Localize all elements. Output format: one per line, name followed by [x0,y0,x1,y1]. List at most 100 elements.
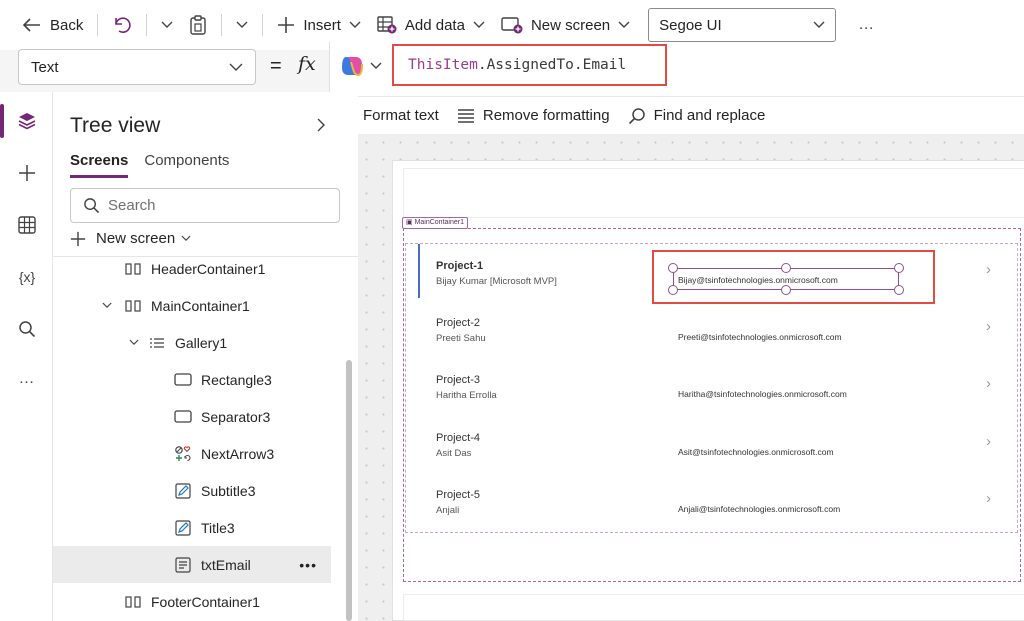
insert-nav-button[interactable] [14,160,40,186]
row-title: Project-3 [436,374,481,386]
chevron-down-icon [813,21,825,28]
tree-node-gallery1[interactable]: Gallery1 [53,324,343,361]
copilot-icon [342,57,363,77]
plus-icon [70,231,86,246]
tree-node-rectangle3[interactable]: Rectangle3 [53,361,343,398]
undo-button[interactable] [104,8,140,42]
find-replace-button[interactable]: Find and replace [628,107,766,125]
formula-keyword: ThisItem [408,57,478,73]
tree-view-nav-button[interactable] [14,108,40,134]
tree-node-title3[interactable]: Title3 [53,509,343,546]
row-title: Project-1 [436,260,484,272]
formula-input[interactable]: ThisItem .AssignedTo.Email [392,44,667,86]
database-add-icon [377,16,397,34]
formula-format-bar: Format text Remove formatting Find and r… [329,96,1024,134]
tree-node-nextarrow3[interactable]: NextArrow3 [53,435,343,472]
scrollbar-thumb[interactable] [346,360,352,621]
tree-node-maincontainer1[interactable]: MainContainer1 [53,287,343,324]
tree-node-label: txtEmail [201,556,251,573]
chevron-down-icon [229,63,243,71]
back-button[interactable]: Back [14,8,91,42]
icons-icon [173,445,193,463]
row-email: Preeti@tsinfotechnologies.onmicrosoft.co… [678,332,842,342]
header-container[interactable] [403,168,1024,218]
insert-button[interactable]: Insert [269,8,369,42]
format-text-label: Format text [363,107,439,124]
next-arrow-icon[interactable]: › [986,490,991,507]
tree-node-separator3[interactable]: Separator3 [53,398,343,435]
search-icon [84,198,100,214]
rectangle-icon [173,373,193,386]
font-select[interactable]: Segoe UI [648,8,837,42]
copilot-button[interactable] [340,55,382,77]
more-nav-button[interactable]: … [14,366,40,392]
find-replace-label: Find and replace [653,107,766,124]
remove-formatting-label: Remove formatting [482,107,610,124]
remove-formatting-button[interactable]: Remove formatting [457,107,610,124]
separator [221,14,223,36]
tree-search-input[interactable]: Search [70,188,340,223]
variables-nav-button[interactable]: {x} [14,264,40,290]
highlight-annotation [652,250,935,304]
text-label-icon [173,556,193,573]
chevron-down-icon [236,21,248,28]
separator [146,14,148,36]
tree-node-label: Separator3 [201,408,271,425]
tree-node-footercontainer1[interactable]: FooterContainer1 [53,583,343,620]
fx-icon[interactable]: fx [298,53,316,75]
row-title: Project-2 [436,317,481,329]
data-nav-button[interactable] [14,212,40,238]
footer-container[interactable] [403,594,1024,621]
tree-node-label: NextArrow3 [201,445,275,462]
new-screen-tree-button[interactable]: New screen [70,230,191,247]
next-arrow-icon[interactable]: › [986,433,991,450]
gallery-row[interactable]: Project-5 Anjali Anjali@tsinfotechnologi… [418,473,1018,530]
paste-dropdown[interactable] [228,8,256,42]
undo-dropdown[interactable] [153,8,181,42]
tree-view-title: Tree view [70,114,161,137]
chevron-right-icon [317,118,325,132]
tree-node-label: HeaderContainer1 [151,260,266,277]
label-edit-icon [173,482,193,499]
row-subtitle: Bijay Kumar [Microsoft MVP] [436,276,557,287]
tree-node-label: MainContainer1 [151,297,250,314]
chevron-down-icon[interactable] [127,337,141,349]
separator [262,14,264,36]
new-screen-icon [501,17,523,34]
row-email: Asit@tsinfotechnologies.onmicrosoft.com [678,447,834,457]
more-options-button[interactable]: … [858,16,875,34]
tree-scrollbar[interactable] [346,360,352,621]
tree-node-label: Gallery1 [175,334,228,351]
next-arrow-icon[interactable]: › [986,375,991,392]
chevron-down-icon [370,62,382,69]
tree-tabs: Screens Components [70,152,245,178]
gallery-row[interactable]: Project-4 Asit Das Asit@tsinfotechnologi… [418,416,1018,473]
add-data-button[interactable]: Add data [369,8,493,42]
chevron-down-icon [349,21,361,28]
row-subtitle: Asit Das [436,448,472,459]
next-arrow-icon[interactable]: › [986,261,991,278]
new-screen-button[interactable]: New screen [493,8,638,42]
layers-icon [18,113,36,130]
chevron-down-icon[interactable] [100,300,114,312]
font-value: Segoe UI [659,16,722,34]
chevron-down-icon [161,21,173,28]
search-nav-button[interactable] [14,316,40,342]
property-select[interactable]: Text [18,49,256,85]
gallery-row[interactable]: Project-2 Preeti Sahu Preeti@tsinfotechn… [418,301,1018,358]
next-arrow-icon[interactable]: › [986,318,991,335]
tree-node-label: Subtitle3 [201,482,256,499]
node-more-button[interactable]: ••• [299,557,317,573]
gallery-row[interactable]: Project-3 Haritha Errolla Haritha@tsinfo… [418,358,1018,415]
container-icon [123,299,143,312]
tree-node-txtemail[interactable]: txtEmail ••• [53,546,331,583]
tree-node-headercontainer1[interactable]: HeaderContainer1 [53,250,343,287]
tab-screens[interactable]: Screens [70,152,129,178]
undo-icon [115,17,132,33]
collapse-panel-button[interactable] [317,118,325,137]
tree-node-subtitle3[interactable]: Subtitle3 [53,472,343,509]
container-icon [123,595,143,608]
arrow-left-icon [22,18,40,32]
tab-components[interactable]: Components [144,152,229,178]
paste-button[interactable] [181,8,215,42]
